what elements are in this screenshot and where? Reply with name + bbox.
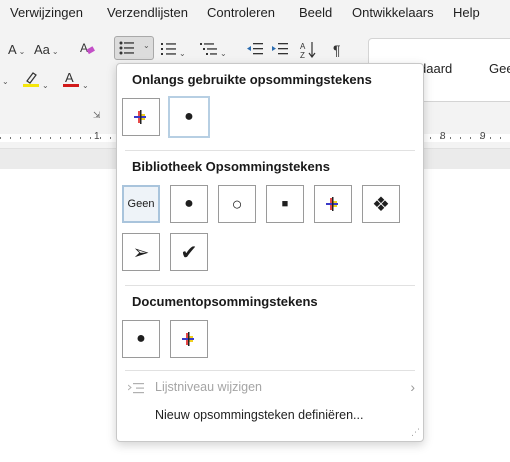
define-new-bullet-item[interactable]: Nieuw opsommingsteken definiëren... [117,404,423,428]
multilevel-list-button[interactable]: ⌄ [200,42,227,59]
chevron-down-icon: ⌄ [220,49,227,58]
multilevel-list-icon [200,43,217,55]
font-color-swatch [63,84,79,87]
library-bullets-title: Bibliotheek Opsommingstekens [132,159,330,174]
bullet-diamond-cluster[interactable]: ❖ [362,185,400,223]
shrink-font-label: A [8,42,17,57]
filled-circle-icon: ● [184,108,194,125]
font-color-icon: A [63,70,79,87]
svg-text:Z: Z [300,51,305,59]
show-formatting-marks-button[interactable]: ¶ [333,42,341,58]
ruler-number: 1 [94,131,100,142]
ruler-number: 9 [480,131,486,142]
clear-formatting-icon[interactable]: A [79,40,95,59]
bullet-none[interactable]: Geen [122,185,160,223]
chevron-down-icon[interactable]: ⌄ [0,72,9,87]
bullet-hollow-circle[interactable]: ○ [218,185,256,223]
separator [125,370,415,371]
picture-bullet-icon [134,110,146,124]
change-list-level-item[interactable]: Lijstniveau wijzigen › [117,376,423,400]
bullets-button[interactable]: ⌄ [114,36,154,60]
picture-bullet-icon [182,332,194,346]
sort-icon[interactable]: AZ [300,41,318,62]
define-new-bullet-label: Nieuw opsommingsteken definiëren... [155,408,364,422]
svg-text:A: A [300,42,306,51]
hollow-circle-icon: ○ [231,193,243,214]
tab-ontwikkelaars[interactable]: Ontwikkelaars [352,5,434,20]
filled-circle-icon: ● [184,195,194,212]
svg-text:A: A [80,41,88,55]
chevron-right-icon: › [410,379,415,395]
font-color-label: A [65,70,74,85]
bullet-list-icon [119,41,134,55]
list-level-icon [128,383,144,394]
recent-bullets-title: Onlangs gebruikte opsommingstekens [132,72,372,87]
chevron-down-icon: ⌄ [51,47,59,56]
ruler-number: 8 [440,131,446,142]
chevron-down-icon: ⌄ [18,47,26,56]
bullets-dropdown: Onlangs gebruikte opsommingstekens ● Bib… [116,63,424,442]
checkmark-icon: ✔ [180,241,198,264]
font-color-button[interactable]: A ⌄ [62,70,89,91]
tab-help[interactable]: Help [453,5,480,20]
document-bullets-title: Documentopsommingstekens [132,294,318,309]
highlighter-icon [23,72,39,87]
highlight-color-swatch [23,84,39,87]
bullet-arrowhead[interactable]: ➢ [122,233,160,271]
diamond-cluster-icon: ❖ [372,193,390,216]
highlight-color-button[interactable]: ⌄ [22,70,49,91]
tab-beeld[interactable]: Beeld [299,5,332,20]
bullet-picture-recent[interactable] [122,98,160,136]
resize-grip-icon[interactable]: ⋰ [411,427,420,438]
style-item-geen-afstand[interactable]: Gee [489,61,510,76]
separator [125,150,415,151]
chevron-down-icon: ⌄ [143,41,150,50]
none-label: Geen [127,198,155,210]
bullet-filled-circle[interactable]: ● [170,185,208,223]
change-case-button[interactable]: Aa ⌄ [34,42,59,57]
bullet-filled-circle-recent[interactable]: ● [168,96,210,138]
square-icon: ■ [281,198,289,210]
decrease-indent-icon[interactable] [247,42,263,59]
chevron-down-icon: ⌄ [82,81,89,90]
chevron-down-icon: ⌄ [179,49,186,58]
bullet-picture[interactable] [314,185,352,223]
shrink-font-button[interactable]: A ⌄ [8,42,25,57]
bullet-square[interactable]: ■ [266,185,304,223]
separator [125,285,415,286]
tab-verwijzingen[interactable]: Verwijzingen [10,5,83,20]
dialog-launcher-icon[interactable]: ⇲ [93,110,101,121]
change-case-label: Aa [34,42,50,57]
paragraph-mark-icon: ¶ [333,42,341,58]
numbered-list-icon [161,43,176,55]
picture-bullet-icon [326,197,338,211]
bullet-filled-circle-document[interactable]: ● [122,320,160,358]
bullet-checkmark[interactable]: ✔ [170,233,208,271]
tab-verzendlijsten[interactable]: Verzendlijsten [107,5,188,20]
increase-indent-icon[interactable] [272,42,288,59]
change-list-level-label: Lijstniveau wijzigen [155,380,263,394]
numbering-button[interactable]: ⌄ [161,42,186,59]
tab-controleren[interactable]: Controleren [207,5,275,20]
arrowhead-icon: ➢ [132,241,150,264]
filled-circle-icon: ● [136,330,146,347]
bullet-picture-document[interactable] [170,320,208,358]
chevron-down-icon: ⌄ [42,81,49,90]
menu-bar: Verwijzingen Verzendlijsten Controleren … [0,0,510,26]
